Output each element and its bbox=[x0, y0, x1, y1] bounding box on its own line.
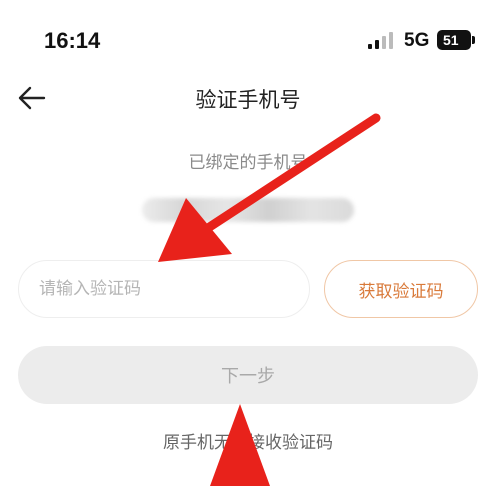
signal-icon bbox=[368, 31, 398, 49]
next-button[interactable]: 下一步 bbox=[18, 346, 478, 404]
bound-phone-label: 已绑定的手机号 bbox=[188, 153, 308, 173]
cannot-receive-code-link[interactable]: 原手机无法接收验证码 bbox=[0, 428, 496, 453]
network-label: 5G bbox=[404, 30, 430, 51]
battery-tip bbox=[472, 36, 475, 44]
verify-phone-screen: 16:14 5G 51 验证手机号 已绑定的手机号 获取验证码 下一步 原手机无… bbox=[0, 0, 496, 486]
masked-phone-number bbox=[142, 198, 354, 222]
status-time: 16:14 bbox=[44, 28, 101, 53]
verification-code-input[interactable] bbox=[18, 260, 310, 318]
battery-icon: 51 bbox=[437, 30, 471, 50]
get-code-button[interactable]: 获取验证码 bbox=[324, 260, 478, 318]
red-arrow-icon bbox=[158, 113, 381, 262]
page-title: 验证手机号 bbox=[195, 88, 301, 112]
annotation-arrows bbox=[158, 113, 381, 486]
